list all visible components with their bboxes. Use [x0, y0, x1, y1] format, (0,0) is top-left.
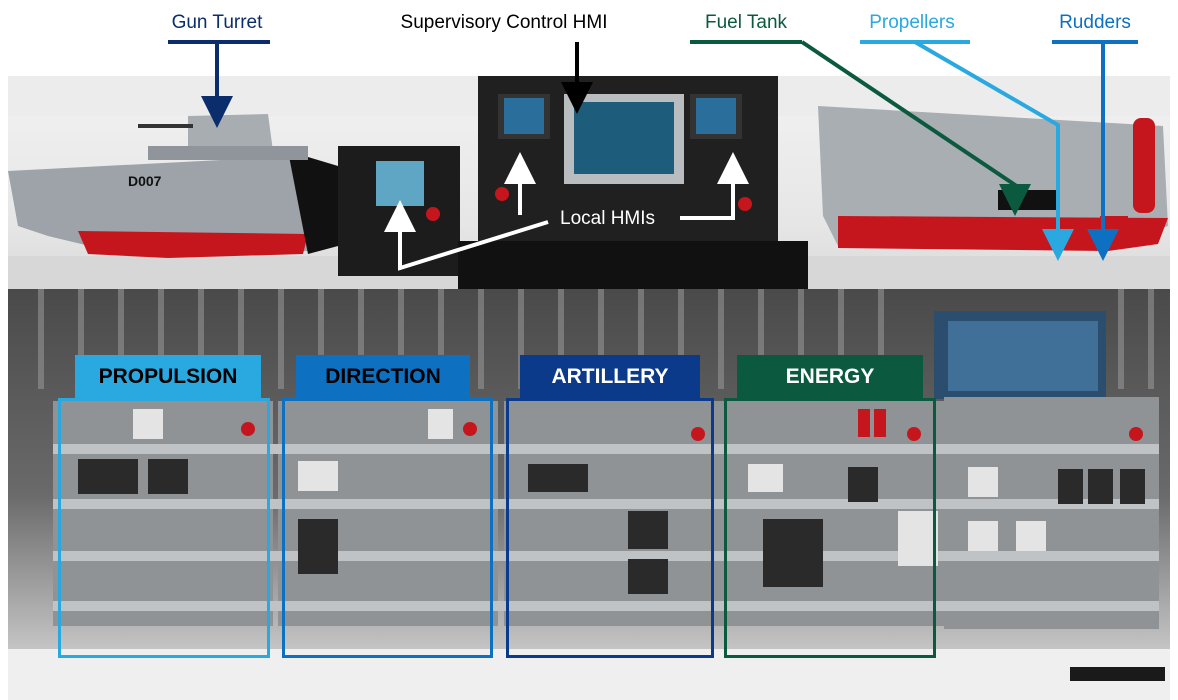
propellers-arrow	[913, 40, 1074, 261]
local-hmis-label: Local HMIs	[560, 208, 656, 229]
local-hmi-arrow-left	[384, 200, 549, 271]
artillery-tag: ARTILLERY	[520, 355, 700, 399]
local-hmi-arrow-right	[680, 152, 749, 220]
propulsion-tag: PROPULSION	[75, 355, 261, 399]
direction-tag: DIRECTION	[296, 355, 470, 399]
artillery-section-box	[506, 398, 714, 658]
propulsion-section-box	[58, 398, 270, 658]
direction-section-box	[282, 398, 493, 658]
fuel-tank-arrow	[800, 40, 1031, 216]
energy-tag: ENERGY	[737, 355, 923, 399]
pointer-arrows	[201, 40, 1119, 271]
energy-section-box	[724, 398, 936, 658]
